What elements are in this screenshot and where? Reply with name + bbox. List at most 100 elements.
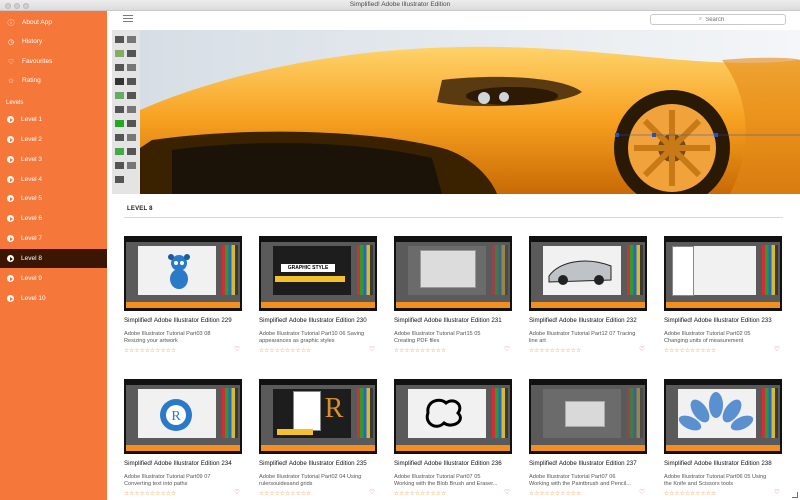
sidebar-item-label: Level 2 <box>21 136 42 143</box>
play-icon <box>7 195 14 202</box>
rating-stars[interactable]: ☆☆☆☆☆☆☆☆☆☆ <box>529 348 581 354</box>
card-title: Simplified! Adobe Illustrator Edition 23… <box>394 317 502 324</box>
levels-section-label: Levels <box>6 100 24 106</box>
play-icon <box>7 235 14 242</box>
video-card-229[interactable]: Simplified! Adobe Illustrator Edition 22… <box>124 236 242 355</box>
sidebar-item-history[interactable]: ◷ History <box>0 32 107 51</box>
video-card-237[interactable]: Simplified! Adobe Illustrator Edition 23… <box>529 379 647 498</box>
favourite-heart-icon[interactable]: ♡ <box>234 488 240 496</box>
sidebar-item-level-7[interactable]: Level 7 <box>0 229 107 248</box>
sidebar-item-label: Level 6 <box>21 215 42 222</box>
video-card-231[interactable]: Simplified! Adobe Illustrator Edition 23… <box>394 236 512 355</box>
rating-stars[interactable]: ☆☆☆☆☆☆☆☆☆☆ <box>664 491 716 497</box>
card-description: Adobe Illustrator Tutorial Part09 07 Con… <box>124 474 211 487</box>
sidebar-item-favourites[interactable]: ♡ Favourites <box>0 52 107 71</box>
sidebar-item-about-app[interactable]: ⓘ About App <box>0 13 107 32</box>
svg-text:R: R <box>171 409 181 424</box>
sidebar-item-label: Level 7 <box>21 235 42 242</box>
favourite-heart-icon[interactable]: ♡ <box>234 345 240 353</box>
play-icon <box>7 215 14 222</box>
info-icon: ⓘ <box>7 19 15 27</box>
search-field[interactable]: ⌕ <box>650 14 786 25</box>
rating-stars[interactable]: ☆☆☆☆☆☆☆☆☆☆ <box>394 491 446 497</box>
card-description: Adobe Illustrator Tutorial Part03 08 Res… <box>124 331 211 344</box>
sidebar-item-level-5[interactable]: Level 5 <box>0 189 107 208</box>
clock-icon: ◷ <box>7 38 15 46</box>
rating-stars[interactable]: ☆☆☆☆☆☆☆☆☆☆ <box>124 491 176 497</box>
video-card-234[interactable]: R Simplified! Adobe Illustrator Edition … <box>124 379 242 498</box>
rating-stars[interactable]: ☆☆☆☆☆☆☆☆☆☆ <box>259 348 311 354</box>
svg-text:R: R <box>325 393 344 423</box>
play-icon <box>7 176 14 183</box>
banner-image <box>112 30 800 194</box>
card-description: Adobe Illustrator Tutorial Part02 05 Cha… <box>664 331 751 344</box>
video-card-230[interactable]: GRAPHIC STYLE Simplified! Adobe Illustra… <box>259 236 377 355</box>
blob-shape-icon <box>425 398 462 428</box>
video-card-232[interactable]: Simplified! Adobe Illustrator Edition 23… <box>529 236 647 355</box>
sidebar-item-label: Level 9 <box>21 275 42 282</box>
sidebar-item-level-1[interactable]: Level 1 <box>0 110 107 129</box>
sidebar-item-level-4[interactable]: Level 4 <box>0 170 107 189</box>
sidebar-item-label: Level 1 <box>21 116 42 123</box>
rating-stars[interactable]: ☆☆☆☆☆☆☆☆☆☆ <box>259 491 311 497</box>
favourite-heart-icon[interactable]: ♡ <box>369 488 375 496</box>
video-card-236[interactable]: Simplified! Adobe Illustrator Edition 23… <box>394 379 512 498</box>
card-description: Adobe Illustrator Tutorial Part12 07 Tra… <box>529 331 636 344</box>
card-description: Adobe Illustrator Tutorial Part07 05 Wor… <box>394 474 498 487</box>
sidebar-item-level-3[interactable]: Level 3 <box>0 150 107 169</box>
resize-grip[interactable] <box>792 492 798 498</box>
panda-mascot-icon <box>168 254 190 289</box>
favourite-heart-icon[interactable]: ♡ <box>504 488 510 496</box>
video-card-238[interactable]: Simplified! Adobe Illustrator Edition 23… <box>664 379 782 498</box>
title-bar: Simplified! Adobe Illustrator Edition <box>0 0 800 11</box>
card-description: Adobe Illustrator Tutorial Part10 06 Sav… <box>259 331 365 344</box>
rating-stars[interactable]: ☆☆☆☆☆☆☆☆☆☆ <box>124 348 176 354</box>
menu-icon[interactable] <box>123 15 133 24</box>
video-thumbnail <box>529 236 647 311</box>
favourite-heart-icon[interactable]: ♡ <box>504 345 510 353</box>
sidebar-item-level-6[interactable]: Level 6 <box>0 209 107 228</box>
sidebar-item-label: Level 8 <box>21 255 42 262</box>
search-input[interactable] <box>705 16 738 23</box>
card-title: Simplified! Adobe Illustrator Edition 23… <box>394 460 502 467</box>
video-thumbnail <box>394 379 512 454</box>
sidebar-item-label: Level 5 <box>21 195 42 202</box>
favourite-heart-icon[interactable]: ♡ <box>774 488 780 496</box>
rating-stars[interactable]: ☆☆☆☆☆☆☆☆☆☆ <box>664 348 716 354</box>
favourite-heart-icon[interactable]: ♡ <box>639 345 645 353</box>
sidebar-item-level-8[interactable]: Level 8 <box>0 249 107 268</box>
video-thumbnail: R <box>124 379 242 454</box>
video-thumbnail <box>124 236 242 311</box>
card-description: Adobe Illustrator Tutorial Part02 04 Usi… <box>259 474 362 487</box>
video-card-233[interactable]: Simplified! Adobe Illustrator Edition 23… <box>664 236 782 355</box>
favourite-heart-icon[interactable]: ♡ <box>369 345 375 353</box>
card-description: Adobe Illustrator Tutorial Part06 05 Usi… <box>664 474 767 487</box>
card-title: Simplified! Adobe Illustrator Edition 23… <box>259 317 367 324</box>
sidebar-item-rating[interactable]: ☆ Rating <box>0 71 107 90</box>
sidebar-item-label: Level 4 <box>21 176 42 183</box>
sidebar-item-label: Favourites <box>22 58 53 65</box>
play-icon <box>7 255 14 262</box>
play-icon <box>7 275 14 282</box>
video-thumbnail <box>529 379 647 454</box>
video-thumbnail: GRAPHIC STYLE <box>259 236 377 311</box>
sidebar: ⓘ About App ◷ History ♡ Favourites ☆ Rat… <box>0 11 107 500</box>
sidebar-item-label: About App <box>22 19 52 26</box>
card-description: Adobe Illustrator Tutorial Part07 06 Wor… <box>529 474 631 487</box>
card-title: Simplified! Adobe Illustrator Edition 23… <box>529 317 637 324</box>
sidebar-item-level-9[interactable]: Level 9 <box>0 269 107 288</box>
card-title: Simplified! Adobe Illustrator Edition 23… <box>259 460 367 467</box>
rating-stars[interactable]: ☆☆☆☆☆☆☆☆☆☆ <box>394 348 446 354</box>
sports-car-illustration <box>112 30 800 194</box>
video-card-235[interactable]: R Simplified! Adobe Illustrator Edition … <box>259 379 377 498</box>
rating-stars[interactable]: ☆☆☆☆☆☆☆☆☆☆ <box>529 491 581 497</box>
sidebar-item-label: Level 3 <box>21 156 42 163</box>
sidebar-item-level-2[interactable]: Level 2 <box>0 130 107 149</box>
card-description: Adobe Illustrator Tutorial Part15 05 Cre… <box>394 331 481 344</box>
r-letter-icon: R <box>325 393 344 423</box>
video-thumbnail <box>664 236 782 311</box>
favourite-heart-icon[interactable]: ♡ <box>639 488 645 496</box>
sidebar-item-level-10[interactable]: Level 10 <box>0 289 107 308</box>
video-thumbnail: R <box>259 379 377 454</box>
favourite-heart-icon[interactable]: ♡ <box>774 345 780 353</box>
